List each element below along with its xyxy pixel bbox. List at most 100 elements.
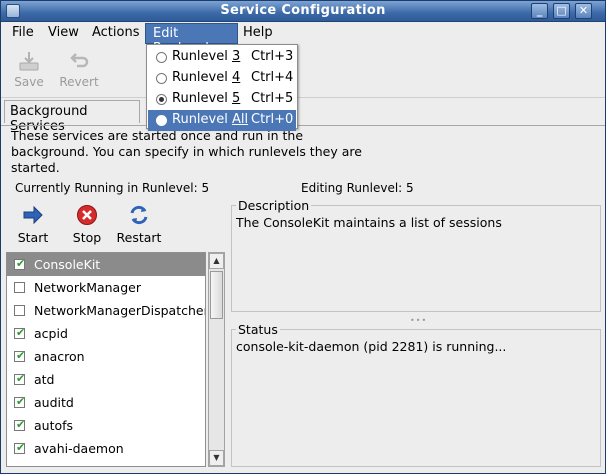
- editing-runlevel-label: Editing Runlevel: 5: [301, 181, 414, 195]
- minimize-button[interactable]: _: [531, 3, 548, 19]
- title-bar[interactable]: Service Configuration _ □ ✕: [1, 1, 605, 22]
- restart-button[interactable]: Restart: [115, 204, 163, 245]
- restart-icon: [130, 205, 148, 225]
- start-label: Start: [17, 230, 49, 245]
- service-checkbox[interactable]: ✔: [14, 372, 26, 385]
- stop-label: Stop: [72, 230, 102, 245]
- save-label: Save: [14, 75, 44, 89]
- runlevel-item-shortcut: Ctrl+0: [251, 112, 294, 127]
- stop-icon: [77, 205, 97, 225]
- scroll-down-button[interactable]: ▼: [209, 450, 224, 466]
- current-runlevel-label: Currently Running in Runlevel: 5: [15, 181, 210, 195]
- menu-view[interactable]: View: [48, 25, 79, 40]
- service-checkbox[interactable]: ✔: [14, 395, 26, 408]
- checkmark-icon: ✔: [16, 372, 26, 385]
- runlevel-item-shortcut: Ctrl+5: [251, 91, 294, 106]
- scroll-thumb[interactable]: [210, 271, 223, 319]
- service-name: auditd: [34, 395, 74, 410]
- runlevel-menu-item[interactable]: Runlevel 4 Ctrl+4: [148, 68, 296, 89]
- restart-label: Restart: [116, 230, 162, 245]
- runlevel-menu-item[interactable]: Runlevel All Ctrl+0: [148, 110, 296, 131]
- pane-splitter-handle[interactable]: •••: [410, 316, 427, 325]
- service-checkbox[interactable]: ✔: [14, 441, 26, 454]
- description-frame: Description The ConsoleKit maintains a l…: [231, 198, 601, 312]
- service-checkbox[interactable]: ✔: [14, 418, 26, 431]
- maximize-button[interactable]: □: [553, 3, 570, 19]
- service-name: ConsoleKit: [34, 257, 101, 272]
- service-row[interactable]: ✔ avahi-daemon: [7, 437, 205, 460]
- menu-edit-runlevel[interactable]: Edit Runlevel: [145, 23, 238, 56]
- services-scrollbar[interactable]: ▲ ▼: [208, 252, 225, 467]
- service-checkbox[interactable]: ✔: [14, 349, 26, 362]
- status-text: console-kit-daemon (pid 2281) is running…: [236, 339, 507, 354]
- stop-button[interactable]: Stop: [67, 204, 107, 245]
- services-list[interactable]: ✔ ConsoleKit NetworkManager NetworkManagerD…: [6, 252, 206, 467]
- checkmark-icon: ✔: [16, 464, 25, 466]
- radio-indicator-icon: [156, 52, 167, 63]
- checkmark-icon: ✔: [16, 441, 26, 454]
- checkmark-icon: ✔: [16, 326, 26, 339]
- service-row[interactable]: ✔ auditd: [7, 391, 205, 414]
- menu-actions[interactable]: Actions: [92, 25, 140, 40]
- radio-indicator-icon: [156, 73, 167, 84]
- tab-strip: Background Services: [1, 98, 605, 134]
- services-description: These services are started once and run …: [11, 128, 362, 175]
- checkmark-icon: ✔: [16, 349, 26, 362]
- tab-background-services[interactable]: Background Services: [4, 100, 140, 134]
- menu-file[interactable]: File: [12, 25, 34, 40]
- service-name: NetworkManagerDispatcher: [34, 303, 206, 318]
- service-row[interactable]: ✔ acpid: [7, 322, 205, 345]
- description-heading: Description: [236, 198, 312, 213]
- runlevel-item-shortcut: Ctrl+4: [251, 70, 294, 85]
- save-button[interactable]: Save: [7, 50, 51, 89]
- revert-label: Revert: [59, 75, 99, 89]
- scroll-up-button[interactable]: ▲: [209, 253, 224, 269]
- service-row[interactable]: ✔ anacron: [7, 345, 205, 368]
- service-row[interactable]: NetworkManagerDispatcher: [7, 299, 205, 322]
- close-button[interactable]: ✕: [575, 3, 592, 19]
- radio-indicator-icon: [156, 115, 167, 126]
- runlevel-item-label: Runlevel All: [172, 112, 249, 127]
- runlevel-item-shortcut: Ctrl+3: [251, 49, 294, 64]
- revert-button[interactable]: Revert: [57, 50, 101, 89]
- service-checkbox[interactable]: ✔: [14, 257, 26, 270]
- service-row[interactable]: ✔ autofs: [7, 414, 205, 437]
- runlevel-menu-item[interactable]: Runlevel 3 Ctrl+3: [148, 47, 296, 68]
- revert-icon: [70, 53, 89, 68]
- runlevel-item-label: Runlevel 3: [172, 49, 241, 64]
- menu-help[interactable]: Help: [243, 25, 273, 40]
- runlevel-item-label: Runlevel 4: [172, 70, 241, 85]
- checkmark-icon: ✔: [16, 418, 26, 431]
- service-row[interactable]: ✔ bluetooth: [7, 460, 205, 466]
- service-checkbox[interactable]: [14, 305, 25, 316]
- runlevel-item-label: Runlevel 5: [172, 91, 241, 106]
- service-row[interactable]: ✔ atd: [7, 368, 205, 391]
- service-name: anacron: [34, 349, 85, 364]
- service-row[interactable]: ✔ ConsoleKit: [7, 253, 205, 276]
- service-name: autofs: [34, 418, 74, 433]
- window-title: Service Configuration: [220, 3, 386, 18]
- service-name: bluetooth: [34, 464, 94, 466]
- service-checkbox[interactable]: ✔: [14, 326, 26, 339]
- service-row[interactable]: NetworkManager: [7, 276, 205, 299]
- status-heading: Status: [236, 322, 280, 337]
- checkmark-icon: ✔: [16, 395, 26, 408]
- service-checkbox[interactable]: [14, 282, 25, 293]
- status-frame: Status console-kit-daemon (pid 2281) is …: [231, 322, 601, 467]
- save-icon: [19, 52, 39, 71]
- description-text: The ConsoleKit maintains a list of sessi…: [236, 215, 502, 230]
- start-arrow-icon: [23, 205, 43, 225]
- runlevel-menu-item[interactable]: Runlevel 5 Ctrl+5: [148, 89, 296, 110]
- service-name: acpid: [34, 326, 68, 341]
- toolbar: Save Revert: [1, 44, 605, 98]
- start-button[interactable]: Start: [13, 204, 53, 245]
- service-checkbox[interactable]: ✔: [16, 464, 25, 466]
- service-name: NetworkManager: [34, 280, 141, 295]
- edit-runlevel-menu: Runlevel 3 Ctrl+3 Runlevel 4 Ctrl+4 Runlevel…: [146, 44, 298, 131]
- service-name: atd: [34, 372, 55, 387]
- radio-indicator-icon: [156, 94, 167, 105]
- service-name: avahi-daemon: [34, 441, 124, 456]
- checkmark-icon: ✔: [16, 257, 26, 270]
- menu-bar: File View Actions Edit Runlevel Help: [1, 22, 605, 56]
- service-configuration-window: Service Configuration _ □ ✕ File View Ac…: [0, 0, 606, 474]
